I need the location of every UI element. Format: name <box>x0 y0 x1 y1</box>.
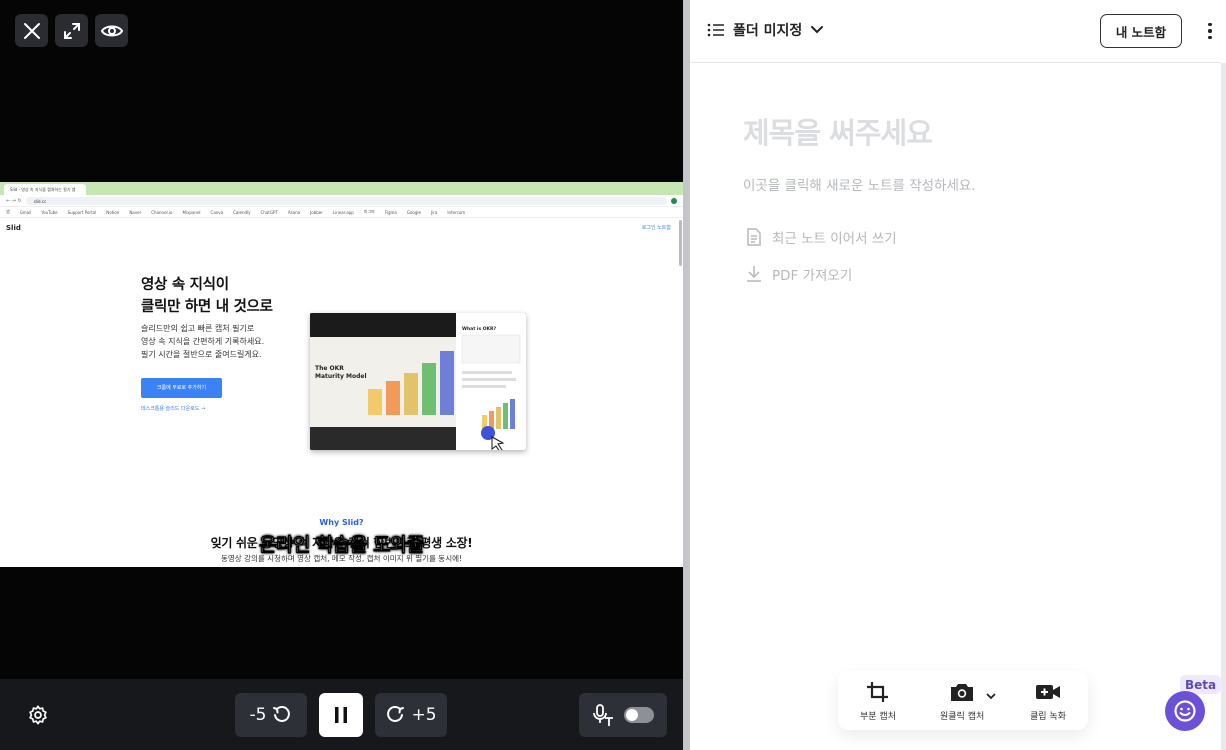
one-click-capture-button[interactable]: 원클릭 캡처 <box>940 681 984 722</box>
voice-typing-control <box>579 693 667 737</box>
pause-icon <box>335 707 347 723</box>
embedded-bookmark: Gmail <box>19 209 32 215</box>
embedded-bookmark: Google <box>406 209 421 215</box>
note-title-input[interactable]: 제목을 써주세요 <box>743 110 933 152</box>
voice-typing-toggle[interactable] <box>624 707 654 723</box>
embedded-bookmark: Calendly <box>233 209 251 215</box>
expand-icon <box>63 22 80 39</box>
forward-icon <box>387 706 405 722</box>
chevron-down-icon <box>986 693 996 700</box>
video-subtitle: 온라인 학습을 도와줄 <box>258 534 425 557</box>
folder-selector[interactable]: 폴더 미지정 <box>707 20 824 40</box>
download-icon <box>747 266 761 282</box>
okr-chart-graphic <box>368 351 454 415</box>
embedded-bookmark: Channel.io <box>151 209 173 215</box>
embedded-tab: Slid - 영상 속 지식을 캡쳐하는 필기 앱 <box>4 184 86 195</box>
note-scrollbar[interactable] <box>1221 63 1226 750</box>
embedded-bookmarks: 앱 Gmail YouTube Support Portal Notion Naver Ch… <box>0 207 683 218</box>
continue-recent-note-option[interactable]: 최근 노트 이어서 쓰기 <box>746 227 897 247</box>
video-record-icon <box>1035 685 1060 699</box>
profile-icon <box>671 197 677 204</box>
capture-toolbar: 부분 캡처 원클릭 캡처 클립 녹화 <box>838 671 1088 730</box>
forward-button[interactable]: +5 <box>375 693 447 737</box>
embedded-bookmark: Notion <box>106 209 120 215</box>
embedded-bookmark: Mixpanel <box>182 209 201 215</box>
folder-label: 폴더 미지정 <box>733 23 803 39</box>
embedded-scrollbar <box>679 220 682 266</box>
partial-capture-button[interactable]: 부분 캡처 <box>860 681 896 722</box>
embedded-bookmark: 앱 <box>6 209 10 214</box>
camera-icon <box>951 684 974 701</box>
video-player: Slid - 영상 속 지식을 캡쳐하는 필기 앱 ← → ↻ slid.cc … <box>0 0 683 750</box>
embedded-bookmark: Figma <box>384 209 397 215</box>
rewind-button[interactable]: -5 <box>235 693 307 737</box>
list-icon <box>707 23 724 37</box>
embedded-bookmark: Naver <box>129 209 142 215</box>
embedded-bookmark: Jobber <box>310 209 323 215</box>
embedded-nav: 로그인 노트함 <box>641 225 671 231</box>
visibility-button[interactable] <box>95 14 128 47</box>
embedded-why-label: Why Slid? <box>319 518 364 527</box>
embedded-bookmark: Linear.app <box>332 209 354 215</box>
note-editor: 폴더 미지정 내 노트함 제목을 써주세요 이곳을 클릭해 새로운 노트를 작성… <box>690 0 1226 750</box>
my-notebox-button[interactable]: 내 노트함 <box>1100 14 1182 48</box>
embedded-tabbar: Slid - 영상 속 지식을 캡쳐하는 필기 앱 <box>0 182 683 195</box>
embedded-bookmark: YouTube <box>41 209 58 215</box>
embedded-site: Slid 로그인 노트함 영상 속 지식이 클릭만 하면 내 것으로 슬리드만의… <box>0 218 683 567</box>
gear-icon <box>29 705 47 725</box>
crop-icon <box>866 682 888 702</box>
embedded-address-bar: ← → ↻ slid.cc <box>0 195 683 207</box>
close-icon <box>23 22 40 39</box>
embedded-bookmark: Asana <box>287 209 301 215</box>
embedded-bookmark: Canva <box>210 209 224 215</box>
embedded-bookmark: Jira <box>430 209 438 215</box>
smile-icon <box>1174 700 1196 722</box>
import-pdf-option[interactable]: PDF 가져오기 <box>746 264 852 284</box>
document-icon <box>747 228 761 246</box>
video-frame[interactable]: Slid - 영상 속 지식을 캡쳐하는 필기 앱 ← → ↻ slid.cc … <box>0 182 683 567</box>
embedded-bookmark: ChatGPT <box>260 209 278 215</box>
embedded-description: 슬리드만의 쉽고 빠른 캡처 필기로 영상 속 지식을 간편하게 기록하세요. … <box>141 324 265 359</box>
pause-button[interactable] <box>319 693 363 737</box>
pane-divider[interactable] <box>683 0 690 750</box>
chat-assistant-button[interactable] <box>1165 691 1205 731</box>
more-menu-button[interactable] <box>1200 20 1220 42</box>
rewind-label: -5 <box>249 705 267 725</box>
embedded-product-preview: The OKR Maturity Model What is OKR? <box>310 313 526 450</box>
microphone-text-icon <box>593 704 613 726</box>
embedded-bookmark: Support Portal <box>67 209 97 215</box>
note-header: 폴더 미지정 내 노트함 <box>690 0 1221 63</box>
embedded-cta-button: 크롬에 무료로 추가하기 <box>141 378 222 398</box>
forward-label: +5 <box>411 705 437 725</box>
embedded-bookmark: Intercom <box>447 209 466 215</box>
clip-record-button[interactable]: 클립 녹화 <box>1030 681 1066 722</box>
rewind-icon <box>273 706 291 722</box>
embedded-headline: 영상 속 지식이 클릭만 하면 내 것으로 <box>141 277 273 315</box>
embedded-download-link: 데스크톱용 슬리드 다운로드 → <box>141 406 206 412</box>
note-body-input[interactable]: 이곳을 클릭해 새로운 노트를 작성하세요. <box>743 174 976 194</box>
cursor-icon <box>481 426 505 450</box>
player-control-bar: -5 +5 <box>0 679 683 750</box>
chevron-down-icon <box>811 26 824 34</box>
capture-options-chevron[interactable] <box>986 685 996 704</box>
eye-icon <box>100 25 123 36</box>
close-button[interactable] <box>15 14 48 47</box>
embedded-url: slid.cc <box>25 196 667 205</box>
settings-button[interactable] <box>24 701 52 729</box>
slid-logo: Slid <box>6 224 21 232</box>
embedded-bookmark: 피그마 <box>363 209 375 214</box>
fullscreen-button[interactable] <box>55 14 88 47</box>
